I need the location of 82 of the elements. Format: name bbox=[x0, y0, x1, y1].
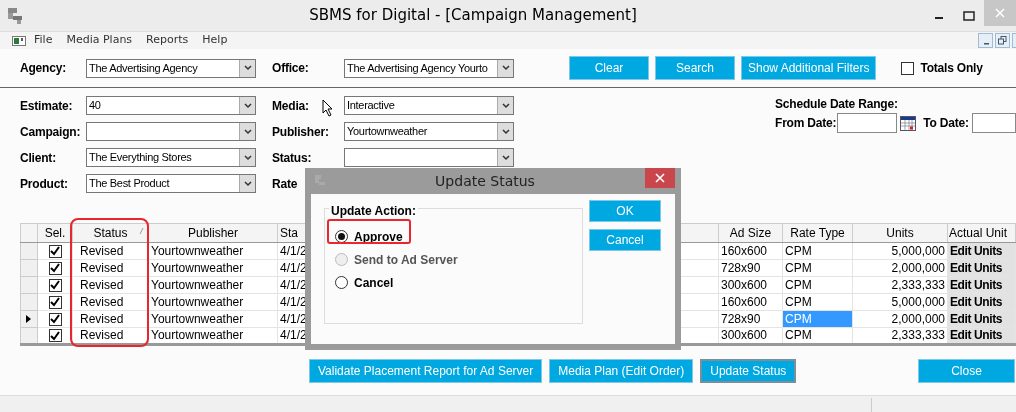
table-cell: Yourtownweather bbox=[148, 276, 278, 294]
table-cell: 5,000,000 bbox=[852, 293, 948, 311]
table-cell: 2,000,000 bbox=[852, 259, 948, 277]
table-cell: CPM bbox=[782, 242, 853, 260]
field-label: Product: bbox=[20, 175, 69, 193]
table-cell: 160x600 bbox=[718, 242, 783, 260]
menu-item[interactable]: Reports bbox=[146, 32, 189, 49]
close-icon[interactable] bbox=[645, 168, 675, 188]
table-cell: 300x600 bbox=[718, 276, 783, 294]
field-label: Office: bbox=[272, 60, 310, 77]
table-cell: CPM bbox=[782, 327, 853, 345]
table-cell: CPM bbox=[782, 293, 853, 311]
chevron-down-icon[interactable] bbox=[497, 123, 513, 140]
field-label: Rate bbox=[272, 175, 298, 193]
table-cell: 300x600 bbox=[718, 327, 783, 345]
radio-button[interactable] bbox=[335, 276, 348, 289]
checkbox[interactable] bbox=[901, 61, 915, 75]
dropdown-field[interactable] bbox=[86, 122, 256, 141]
chevron-down-icon[interactable] bbox=[497, 149, 513, 166]
chevron-down-icon[interactable] bbox=[239, 97, 255, 114]
table-cell: Yourtownweather bbox=[148, 259, 278, 277]
field-label: Campaign: bbox=[20, 123, 82, 141]
dropdown-field[interactable]: Yourtownweather bbox=[344, 122, 514, 141]
sort-icon bbox=[139, 227, 144, 235]
checkbox[interactable] bbox=[48, 244, 62, 258]
radio-label: Cancel bbox=[354, 274, 394, 292]
dropdown-field[interactable]: Interactive bbox=[344, 96, 514, 115]
dropdown-field[interactable]: The Everything Stores bbox=[86, 148, 256, 167]
chevron-down-icon[interactable] bbox=[239, 59, 255, 77]
checkbox[interactable] bbox=[48, 295, 62, 309]
checkbox-label: Totals Only bbox=[920, 60, 983, 77]
restore-icon[interactable] bbox=[995, 33, 1010, 48]
table-cell: CPM bbox=[782, 259, 853, 277]
chevron-down-icon[interactable] bbox=[239, 123, 255, 140]
checkbox[interactable] bbox=[48, 329, 62, 343]
dropdown-field[interactable]: The Advertising Agency bbox=[86, 58, 256, 78]
document-icon bbox=[12, 35, 26, 46]
chevron-down-icon[interactable] bbox=[239, 149, 255, 166]
table-cell: Yourtownweather bbox=[148, 242, 278, 260]
calendar-icon[interactable] bbox=[900, 115, 917, 131]
current-row-icon bbox=[26, 315, 31, 323]
checkbox[interactable] bbox=[48, 261, 62, 275]
field-label: To Date: bbox=[923, 115, 969, 132]
section-title: Schedule Date Range: bbox=[775, 96, 899, 113]
table-cell: CPM bbox=[782, 276, 853, 294]
date-field[interactable] bbox=[837, 113, 898, 133]
radio-label: Send to Ad Server bbox=[354, 251, 458, 269]
table-cell: Yourtownweather bbox=[148, 327, 278, 345]
column-header[interactable]: Sta bbox=[280, 226, 298, 240]
field-label: Media: bbox=[272, 97, 309, 115]
field-label: Agency: bbox=[20, 60, 67, 77]
menu-item[interactable]: Help bbox=[202, 32, 228, 49]
chevron-down-icon[interactable] bbox=[239, 175, 255, 192]
radio-label: Approve bbox=[354, 228, 403, 246]
dropdown-field[interactable]: 40 bbox=[86, 96, 256, 115]
chevron-down-icon[interactable] bbox=[497, 97, 513, 114]
table-cell: 160x600 bbox=[718, 293, 783, 311]
dialog-title: Update Status bbox=[434, 171, 536, 191]
app-logo-icon bbox=[8, 7, 22, 24]
mouse-cursor-icon bbox=[322, 99, 334, 117]
table-cell: Yourtownweather bbox=[148, 310, 278, 328]
field-label: Estimate: bbox=[20, 97, 74, 115]
dropdown-field[interactable]: The Advertising Agency Yourto bbox=[344, 58, 514, 78]
table-cell: 5,000,000 bbox=[852, 242, 948, 260]
field-label: Publisher: bbox=[272, 123, 329, 141]
dropdown-field[interactable]: The Best Product bbox=[86, 174, 256, 193]
date-field[interactable] bbox=[971, 113, 1016, 133]
chevron-down-icon[interactable] bbox=[497, 59, 513, 77]
table-cell: 2,333,333 bbox=[852, 276, 948, 294]
field-label: Status: bbox=[272, 149, 312, 167]
field-label: From Date: bbox=[775, 115, 837, 132]
table-cell: Yourtownweather bbox=[148, 293, 278, 311]
menu-item[interactable]: File bbox=[34, 32, 53, 49]
menu-item[interactable]: Media Plans bbox=[66, 32, 133, 49]
checkbox[interactable] bbox=[48, 278, 62, 292]
table-cell: 2,000,000 bbox=[852, 310, 948, 328]
dropdown-field[interactable] bbox=[344, 148, 514, 167]
window-title: SBMS for Digital - [Campaign Management] bbox=[308, 5, 638, 27]
table-cell: 728x90 bbox=[718, 259, 783, 277]
table-cell: 728x90 bbox=[718, 310, 783, 328]
checkbox[interactable] bbox=[48, 312, 62, 326]
field-label: Client: bbox=[20, 149, 57, 167]
